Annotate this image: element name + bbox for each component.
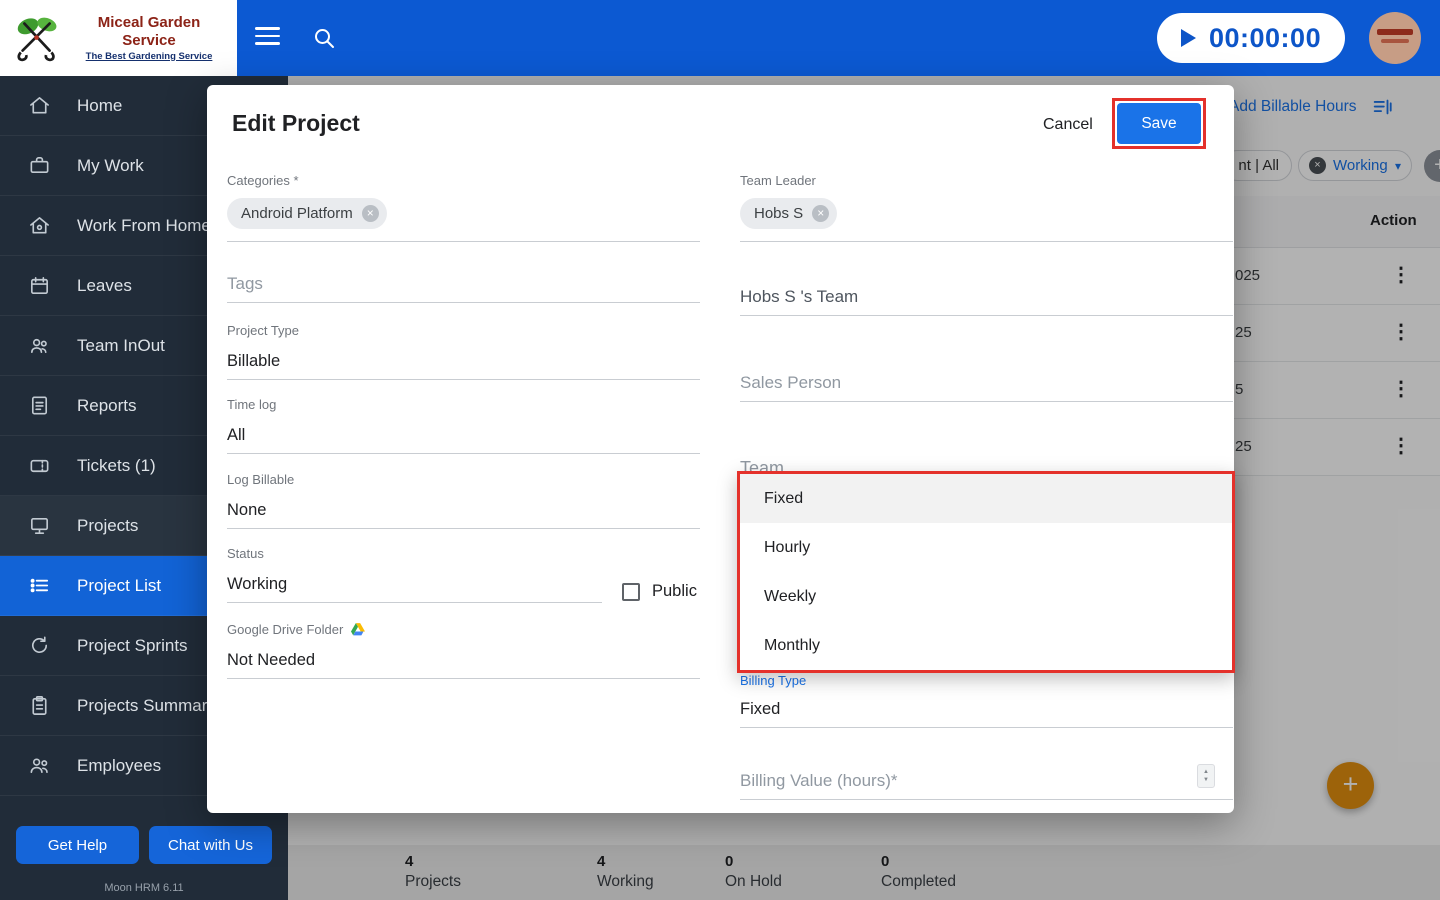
categories-field[interactable]: Categories * Android Platform × — [227, 173, 700, 242]
status-label: Status — [227, 546, 264, 561]
project-type-field[interactable]: Project Type Billable — [227, 323, 700, 380]
billing-value-stepper[interactable]: ▲ ▼ — [1197, 764, 1215, 788]
app-version: Moon HRM 6.11 — [104, 882, 184, 894]
billing-value-placeholder: Billing Value (hours)* — [740, 771, 898, 790]
team-name-field[interactable]: Hobs S 's Team — [740, 257, 1233, 316]
sidebar-item-label: Reports — [77, 395, 137, 415]
sidebar-item-label: Leaves — [77, 275, 132, 295]
dropdown-option-fixed[interactable]: Fixed — [740, 474, 1232, 523]
avatar[interactable] — [1369, 12, 1421, 64]
ticket-icon — [30, 459, 49, 473]
team-leader-chip: Hobs S × — [740, 198, 838, 229]
sales-person-field[interactable]: Sales Person — [740, 343, 1233, 402]
tags-placeholder: Tags — [227, 274, 263, 293]
sidebar-footer-buttons: Get Help Chat with Us — [0, 826, 288, 864]
team-leader-label: Team Leader — [740, 173, 816, 188]
brand[interactable]: Miceal Garden Service The Best Gardening… — [0, 0, 237, 76]
sales-person-placeholder: Sales Person — [740, 373, 842, 392]
timer-widget[interactable]: 00:00:00 — [1157, 13, 1345, 63]
billing-type-field[interactable]: Billing Type Fixed — [740, 673, 1233, 728]
timer-value: 00:00:00 — [1209, 22, 1322, 53]
sidebar-item-label: Projects — [77, 515, 139, 535]
dropdown-option-weekly[interactable]: Weekly — [740, 572, 1232, 621]
home-office-icon — [30, 217, 49, 234]
clipboard-icon — [32, 696, 47, 715]
category-chip: Android Platform × — [227, 198, 387, 229]
list-icon — [30, 578, 49, 593]
project-type-value: Billable — [227, 352, 281, 370]
log-billable-label: Log Billable — [227, 472, 295, 487]
time-log-value: All — [227, 426, 246, 444]
stepper-up-icon[interactable]: ▲ — [1203, 769, 1209, 775]
team-icon — [31, 338, 47, 354]
top-bar: Miceal Garden Service The Best Gardening… — [0, 0, 1440, 76]
sidebar-item-label: Work From Home — [77, 215, 211, 235]
chat-with-us-button[interactable]: Chat with Us — [149, 826, 272, 864]
billing-type-dropdown annotation-dropdown-highlight: Fixed Hourly Weekly Monthly — [737, 471, 1235, 673]
modal-title: Edit Project — [232, 110, 360, 136]
team-leader-chip-label: Hobs S — [754, 205, 804, 222]
google-drive-icon — [351, 623, 366, 636]
gdrive-label: Google Drive Folder — [227, 622, 344, 637]
gdrive-field[interactable]: Google Drive Folder Not Needed — [227, 622, 700, 679]
report-icon — [31, 396, 48, 415]
public-checkbox[interactable] — [622, 583, 640, 601]
edit-project-modal: Edit Project Cancel Save Categories * An… — [207, 85, 1234, 813]
project-type-label: Project Type — [227, 323, 300, 338]
home-icon — [30, 97, 49, 114]
category-chip-label: Android Platform — [241, 205, 353, 222]
garden-logo-icon — [17, 17, 57, 62]
brand-title: Miceal Garden Service — [97, 14, 201, 49]
sidebar-item-label: Projects Summary — [77, 695, 216, 715]
employees-icon — [30, 758, 48, 774]
categories-label: Categories * — [227, 173, 299, 188]
billing-type-value: Fixed — [740, 700, 781, 718]
sidebar-item-label: Project Sprints — [77, 635, 188, 655]
sidebar-item-label: Tickets (1) — [77, 455, 156, 475]
sidebar-item-label: Home — [77, 95, 123, 115]
time-log-field[interactable]: Time log All — [227, 397, 700, 454]
get-help-button[interactable]: Get Help — [16, 826, 139, 864]
log-billable-field[interactable]: Log Billable None — [227, 472, 700, 529]
time-log-label: Time log — [227, 397, 277, 412]
menu-icon[interactable] — [255, 27, 280, 49]
sidebar-item-label: Team InOut — [77, 335, 165, 355]
sidebar-item-label: Project List — [77, 575, 162, 595]
gdrive-value: Not Needed — [227, 651, 316, 669]
screen: Miceal Garden Service The Best Gardening… — [0, 0, 1440, 900]
stepper-down-icon[interactable]: ▼ — [1203, 777, 1209, 783]
remove-category-icon[interactable]: × — [361, 205, 379, 222]
search-icon[interactable] — [312, 26, 336, 50]
billing-value-field[interactable]: Billing Value (hours)* ▲ ▼ — [740, 747, 1233, 800]
public-label: Public — [652, 582, 697, 600]
annotation-save-highlight: Save — [1112, 98, 1206, 149]
cancel-button[interactable]: Cancel — [1043, 116, 1093, 134]
status-value: Working — [227, 575, 288, 593]
briefcase-icon — [30, 157, 49, 174]
calendar-icon — [31, 277, 48, 294]
dropdown-option-monthly[interactable]: Monthly — [740, 621, 1232, 670]
brand-text: Miceal Garden Service The Best Gardening… — [70, 14, 228, 62]
log-billable-value: None — [227, 501, 267, 519]
remove-team-leader-icon[interactable]: × — [812, 205, 830, 222]
dropdown-option-hourly[interactable]: Hourly — [740, 523, 1232, 572]
team-leader-field[interactable]: Team Leader Hobs S × — [740, 173, 1233, 242]
sidebar-item-label: My Work — [77, 155, 144, 175]
save-button[interactable]: Save — [1117, 103, 1201, 144]
projects-icon — [31, 517, 48, 534]
sidebar-item-label: Employees — [77, 755, 162, 775]
sprint-icon — [32, 636, 48, 654]
team-name-value: Hobs S 's Team — [740, 287, 859, 306]
brand-tagline: The Best Gardening Service — [85, 50, 213, 62]
play-icon[interactable] — [1181, 29, 1196, 47]
status-field[interactable]: Status Working — [227, 546, 602, 603]
tags-field[interactable]: Tags — [227, 257, 700, 303]
billing-type-label: Billing Type — [740, 673, 807, 688]
